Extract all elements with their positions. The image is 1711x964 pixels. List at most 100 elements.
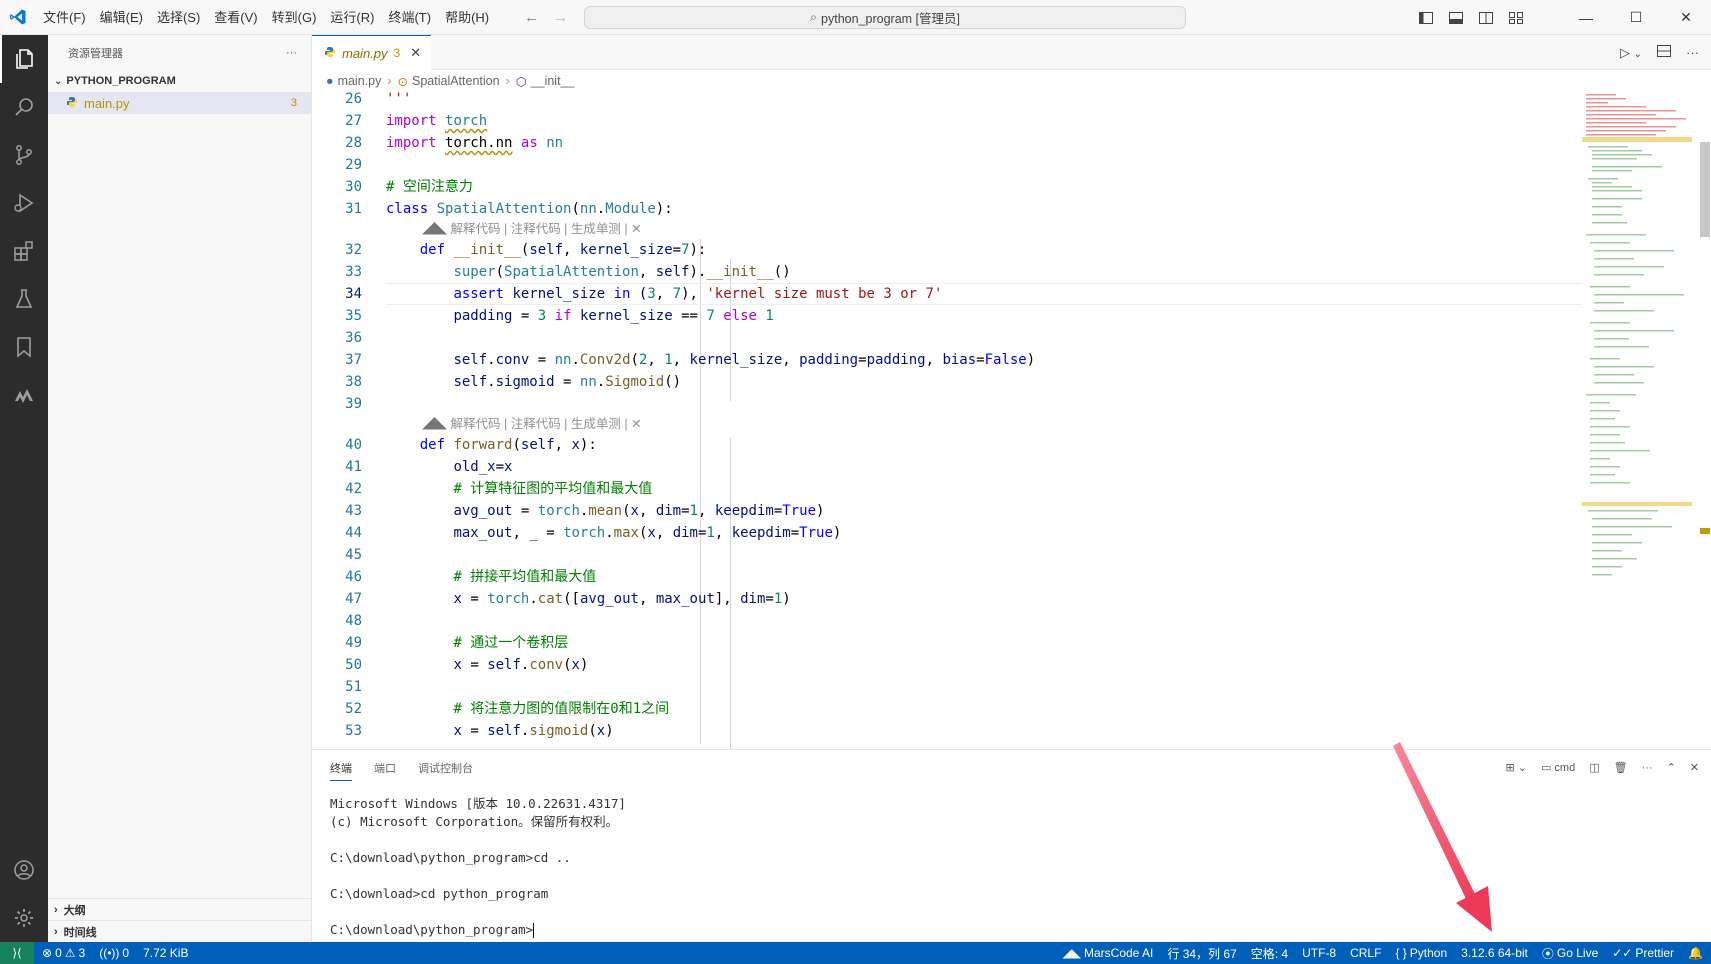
language-mode-status[interactable]: { } Python: [1395, 946, 1447, 960]
code-line: 44 max_out, _ = torch.max(x, dim=1, keep…: [345, 525, 842, 541]
file-size-status[interactable]: 7.72 KiB: [143, 946, 188, 960]
notifications-bell-icon[interactable]: 🔔: [1688, 946, 1703, 960]
marscode-icon[interactable]: [0, 371, 48, 419]
toggle-sidebar-icon[interactable]: [1417, 9, 1435, 27]
tab-terminal[interactable]: 终端: [330, 760, 352, 781]
terminal-prompt-line[interactable]: C:\download\python_program>: [330, 921, 1693, 939]
more-actions-icon[interactable]: ···: [286, 47, 297, 59]
menu-selection[interactable]: 选择(S): [150, 0, 207, 35]
tab-debug-console[interactable]: 调试控制台: [418, 760, 473, 776]
more-actions-icon[interactable]: ···: [1642, 762, 1653, 774]
command-center-search[interactable]: ⌕ python_program [管理员]: [584, 6, 1186, 29]
problems-status[interactable]: ⊗ 0 ⚠ 3: [42, 946, 85, 960]
broadcast-icon: ⦿: [1541, 946, 1554, 961]
terminal-shell-selector[interactable]: ▭ cmd: [1541, 761, 1575, 774]
extensions-icon[interactable]: [0, 227, 48, 275]
scrollbar-marker: [1700, 528, 1710, 534]
search-icon[interactable]: [0, 83, 48, 131]
encoding-status[interactable]: UTF-8: [1302, 946, 1336, 960]
cursor-position-status[interactable]: 行 34，列 67: [1167, 945, 1236, 962]
window-controls: — ☐ ✕: [1561, 0, 1711, 35]
code-line: 27 import torch: [345, 113, 488, 129]
close-tab-icon[interactable]: ✕: [410, 45, 421, 61]
toggle-panel-icon[interactable]: [1447, 9, 1465, 27]
outline-section[interactable]: › 大纲: [48, 898, 312, 920]
tab-main-py[interactable]: main.py 3 ✕: [312, 35, 432, 70]
kill-terminal-icon[interactable]: 🗑: [1614, 761, 1628, 774]
code-line: 41 old_x=x: [345, 459, 513, 475]
menu-run[interactable]: 运行(R): [323, 0, 381, 35]
split-editor-icon[interactable]: [1656, 43, 1672, 62]
menu-go[interactable]: 转到(G): [265, 0, 324, 35]
file-item-main-py[interactable]: main.py 3: [48, 92, 311, 114]
title-bar: 文件(F) 编辑(E) 选择(S) 查看(V) 转到(G) 运行(R) 终端(T…: [0, 0, 1711, 35]
error-icon: ⊗: [42, 946, 53, 960]
status-bar: ⟩⟨ ⊗ 0 ⚠ 3 ((•)) 0 7.72 KiB ◢◣ MarsCode AI 行…: [0, 942, 1711, 964]
timeline-section[interactable]: › 时间线: [48, 920, 312, 942]
file-name: main.py: [84, 95, 130, 111]
terminal-line: (c) Microsoft Corporation。保留所有权利。: [330, 814, 619, 829]
indentation-status[interactable]: 空格: 4: [1251, 945, 1288, 962]
new-terminal-dropdown-icon[interactable]: ⊞ ⌄: [1505, 761, 1527, 774]
ports-status[interactable]: ((•)) 0: [99, 946, 129, 960]
settings-gear-icon[interactable]: [0, 894, 48, 942]
close-icon[interactable]: ✕: [1661, 0, 1711, 35]
breadcrumb-method[interactable]: __init__: [531, 74, 575, 88]
terminal-output[interactable]: Microsoft Windows [版本 10.0.22631.4317] (…: [312, 785, 1711, 949]
menu-edit[interactable]: 编辑(E): [93, 0, 150, 35]
maximize-panel-icon[interactable]: ⌃: [1667, 761, 1676, 774]
panel-actions: ⊞ ⌄ ▭ cmd ◫ 🗑 ··· ⌃ ✕: [1505, 750, 1699, 785]
terminal-line: C:\download\python_program>cd ..: [330, 850, 571, 865]
remote-indicator-icon[interactable]: ⟩⟨: [0, 942, 34, 964]
customize-layout-icon[interactable]: [1507, 9, 1525, 27]
maximize-icon[interactable]: ☐: [1611, 0, 1661, 35]
account-icon[interactable]: [0, 846, 48, 894]
bookmark-icon[interactable]: [0, 323, 48, 371]
run-python-file-icon[interactable]: ▷ ⌄: [1620, 45, 1642, 61]
codelens-label: ◢◣ 解释代码 | 注释代码 | 生成单测 | ✕: [422, 415, 642, 434]
prettier-status[interactable]: ✓✓ Prettier: [1612, 946, 1674, 960]
minimap[interactable]: [1582, 92, 1692, 749]
chevron-right-icon: ›: [505, 74, 510, 88]
source-control-icon[interactable]: [0, 131, 48, 179]
tab-ports[interactable]: 端口: [374, 760, 396, 776]
explorer-sidebar: 资源管理器 ··· ⌄ PYTHON_PROGRAM main.py 3 › 大…: [48, 35, 312, 942]
breadcrumb-class[interactable]: SpatialAttention: [412, 74, 500, 88]
marscode-status[interactable]: ◢◣ MarsCode AI: [1063, 946, 1154, 960]
close-panel-icon[interactable]: ✕: [1690, 761, 1699, 774]
file-label: main.py: [66, 96, 130, 111]
navigation-arrows: ← →: [524, 9, 568, 26]
terminal-line: Microsoft Windows [版本 10.0.22631.4317]: [330, 796, 626, 811]
code-line: 51: [345, 679, 362, 695]
minimize-icon[interactable]: —: [1561, 0, 1611, 35]
explorer-icon[interactable]: [0, 35, 48, 83]
language-label: Python: [1409, 946, 1448, 960]
back-arrow-icon[interactable]: ←: [524, 9, 539, 26]
folder-section[interactable]: ⌄ PYTHON_PROGRAM: [48, 70, 311, 92]
run-debug-icon[interactable]: [0, 179, 48, 227]
menu-file[interactable]: 文件(F): [36, 0, 93, 35]
codelens-actions[interactable]: ◢◣ 解释代码 | 注释代码 | 生成单测 | ✕: [312, 220, 1582, 239]
menu-view[interactable]: 查看(V): [207, 0, 264, 35]
file-problem-count: 3: [290, 97, 297, 109]
toggle-secondary-sidebar-icon[interactable]: [1477, 9, 1495, 27]
testing-icon[interactable]: [0, 275, 48, 323]
split-terminal-icon[interactable]: ◫: [1589, 761, 1599, 774]
breadcrumb-file[interactable]: main.py: [338, 74, 382, 88]
timeline-label: 时间线: [63, 926, 97, 939]
eol-status[interactable]: CRLF: [1350, 946, 1381, 960]
code-line: 47 x = torch.cat([avg_out, max_out], dim…: [345, 591, 791, 607]
codelens-actions[interactable]: ◢◣ 解释代码 | 注释代码 | 生成单测 | ✕: [312, 415, 1582, 434]
vertical-scrollbar[interactable]: [1697, 92, 1711, 749]
scrollbar-thumb[interactable]: [1700, 142, 1710, 237]
forward-arrow-icon[interactable]: →: [553, 9, 568, 26]
go-live-status[interactable]: ⦿ Go Live: [1542, 945, 1598, 962]
more-actions-icon[interactable]: ···: [1686, 45, 1699, 60]
class-symbol-icon: ⊙: [397, 74, 408, 89]
menu-help[interactable]: 帮助(H): [438, 0, 496, 35]
python-interpreter-status[interactable]: 3.12.6 64-bit: [1461, 946, 1528, 960]
python-file-icon: [324, 46, 336, 61]
menu-terminal[interactable]: 终端(T): [381, 0, 438, 35]
code-editor[interactable]: 26 ''' 27 import torch 28 import torch.nn a…: [312, 92, 1582, 749]
